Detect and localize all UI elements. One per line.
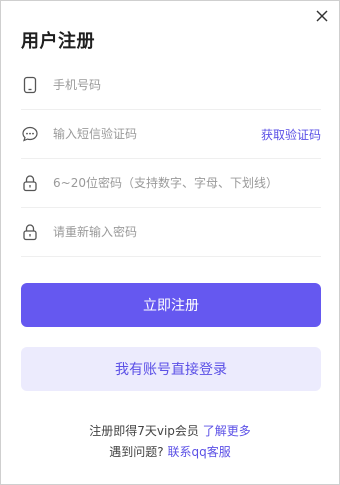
confirm-password-row: [21, 208, 321, 257]
close-icon[interactable]: [313, 7, 331, 25]
register-dialog: 用户注册 获取验证码: [0, 0, 340, 485]
phone-input[interactable]: [53, 78, 321, 92]
login-button[interactable]: 我有账号直接登录: [21, 347, 321, 391]
learn-more-link[interactable]: 了解更多: [203, 424, 251, 438]
phone-icon: [21, 76, 39, 94]
get-code-button[interactable]: 获取验证码: [261, 126, 321, 143]
dialog-title: 用户注册: [21, 31, 95, 52]
contact-support-link[interactable]: 联系qq客服: [167, 445, 230, 459]
vip-text: 注册即得7天vip会员: [89, 424, 199, 438]
lock-icon: [21, 174, 39, 192]
register-form: 获取验证码: [21, 61, 321, 257]
help-note: 遇到问题? 联系qq客服: [1, 443, 339, 460]
confirm-password-input[interactable]: [53, 225, 321, 239]
help-text: 遇到问题?: [109, 445, 164, 459]
sms-code-input[interactable]: [53, 127, 261, 141]
lock-icon: [21, 223, 39, 241]
vip-note: 注册即得7天vip会员 了解更多: [1, 422, 339, 439]
password-input[interactable]: [53, 176, 321, 190]
chat-icon: [21, 125, 39, 143]
phone-row: [21, 61, 321, 110]
sms-row: 获取验证码: [21, 110, 321, 159]
register-button[interactable]: 立即注册: [21, 283, 321, 327]
password-row: [21, 159, 321, 208]
